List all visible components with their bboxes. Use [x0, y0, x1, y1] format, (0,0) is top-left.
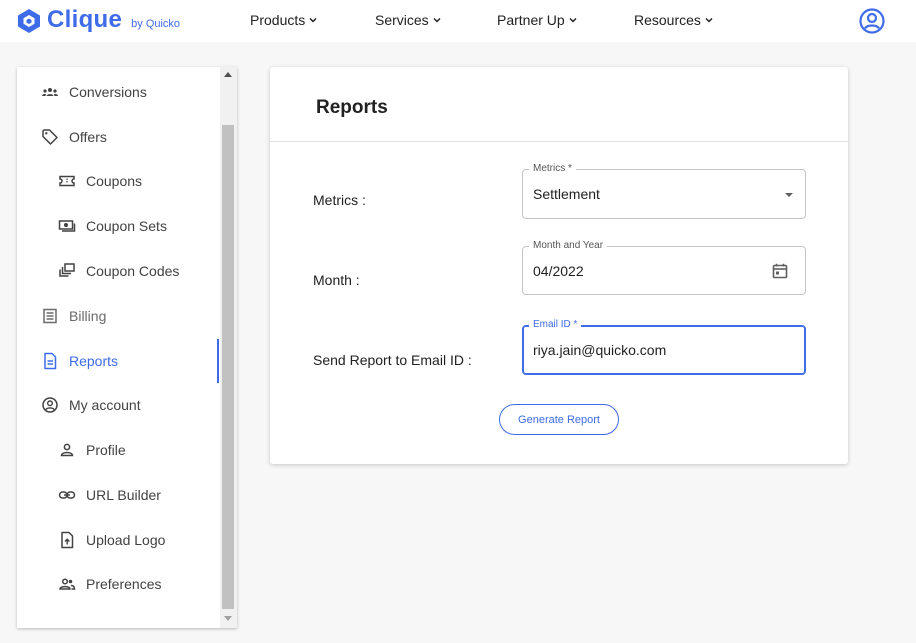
sidebar-item-upload-logo[interactable]: Upload Logo: [17, 518, 220, 562]
sidebar-item-label: Preferences: [86, 576, 162, 592]
month-year-field[interactable]: Month and Year 04/2022: [522, 239, 806, 295]
tag-icon: [41, 128, 59, 146]
top-navigation-bar: Clique by Quicko Products Services Partn…: [0, 0, 916, 42]
sidebar-scrollbar-thumb[interactable]: [222, 125, 234, 609]
sidebar-item-profile[interactable]: Profile: [17, 428, 220, 472]
page-title: Reports: [316, 97, 388, 118]
account-circle-icon: [41, 396, 59, 414]
email-label: Send Report to Email ID :: [313, 352, 472, 368]
sidebar-item-label: Upload Logo: [86, 532, 166, 548]
nav-resources[interactable]: Resources: [634, 12, 714, 28]
reports-card: Reports Metrics : Metrics * Settlement M…: [270, 67, 848, 464]
sidebar-item-label: Coupon Sets: [86, 218, 167, 234]
nav-services[interactable]: Services: [375, 12, 442, 28]
card-divider: [270, 141, 848, 142]
metrics-select[interactable]: Metrics * Settlement: [522, 162, 806, 219]
nav-partner-up-label: Partner Up: [497, 12, 565, 28]
sidebar-item-label: Offers: [69, 129, 107, 145]
email-floating-label: Email ID *: [529, 318, 582, 332]
sidebar-item-coupon-codes[interactable]: Coupon Codes: [17, 249, 220, 293]
brand-name: Clique: [47, 6, 123, 33]
link-icon: [58, 486, 76, 504]
email-field[interactable]: Email ID * riya.jain@quicko.com: [522, 318, 806, 375]
generate-report-button[interactable]: Generate Report: [499, 404, 619, 435]
upload-file-icon: [58, 531, 76, 549]
sidebar-item-coupon-sets[interactable]: Coupon Sets: [17, 204, 220, 248]
sidebar-item-reports[interactable]: Reports: [17, 339, 220, 383]
brand-byline: by Quicko: [131, 18, 181, 30]
stacked-cards-icon: [58, 262, 76, 280]
person-icon: [58, 441, 76, 459]
chevron-down-icon: [309, 17, 317, 23]
metrics-label: Metrics :: [313, 192, 366, 208]
sidebar: Conversions Offers Coupons Coupon Sets C…: [17, 67, 237, 628]
chevron-down-icon: [569, 17, 577, 23]
document-icon: [41, 352, 59, 370]
nav-resources-label: Resources: [634, 12, 701, 28]
sidebar-item-billing[interactable]: Billing: [17, 294, 220, 338]
scroll-down-arrow-icon[interactable]: [224, 616, 232, 621]
sidebar-item-my-account[interactable]: My account: [17, 383, 220, 427]
month-label: Month :: [313, 272, 360, 288]
month-floating-label: Month and Year: [529, 239, 608, 253]
sidebar-item-label: Conversions: [69, 84, 147, 100]
chevron-down-icon: [433, 17, 441, 23]
scroll-up-arrow-icon[interactable]: [224, 72, 232, 77]
active-item-indicator: [217, 339, 219, 383]
nav-partner-up[interactable]: Partner Up: [497, 12, 578, 28]
sidebar-item-preferences[interactable]: Preferences: [17, 562, 220, 606]
banknote-icon: [58, 217, 76, 235]
account-circle-icon[interactable]: [858, 7, 886, 35]
list-lines-icon: [41, 307, 59, 325]
sidebar-item-label: Reports: [69, 353, 119, 369]
metrics-selected-value: Settlement: [533, 186, 600, 202]
clique-logo-icon: [18, 9, 40, 33]
nav-products[interactable]: Products: [250, 12, 318, 28]
calendar-icon[interactable]: [771, 262, 789, 280]
nav-services-label: Services: [375, 12, 429, 28]
chevron-down-icon: [705, 17, 713, 23]
sidebar-item-conversions[interactable]: Conversions: [17, 70, 220, 114]
dropdown-arrow-icon: [785, 193, 793, 197]
ticket-icon: [58, 172, 76, 190]
people-group-icon: [41, 83, 59, 101]
people-icon: [58, 575, 76, 593]
sidebar-item-label: Profile: [86, 442, 126, 458]
brand-logo[interactable]: Clique by Quicko: [17, 6, 180, 34]
sidebar-item-label: My account: [69, 397, 141, 413]
sidebar-item-label: Billing: [69, 308, 107, 324]
sidebar-item-label: Coupons: [86, 173, 143, 189]
sidebar-item-label: Coupon Codes: [86, 263, 180, 279]
metrics-floating-label: Metrics *: [529, 162, 576, 176]
month-value: 04/2022: [533, 263, 584, 279]
sidebar-item-offers[interactable]: Offers: [17, 115, 220, 159]
nav-products-label: Products: [250, 12, 306, 28]
sidebar-item-coupons[interactable]: Coupons: [17, 159, 220, 203]
sidebar-item-url-builder[interactable]: URL Builder: [17, 473, 220, 517]
email-value: riya.jain@quicko.com: [533, 342, 667, 358]
sidebar-item-label: URL Builder: [86, 487, 161, 503]
